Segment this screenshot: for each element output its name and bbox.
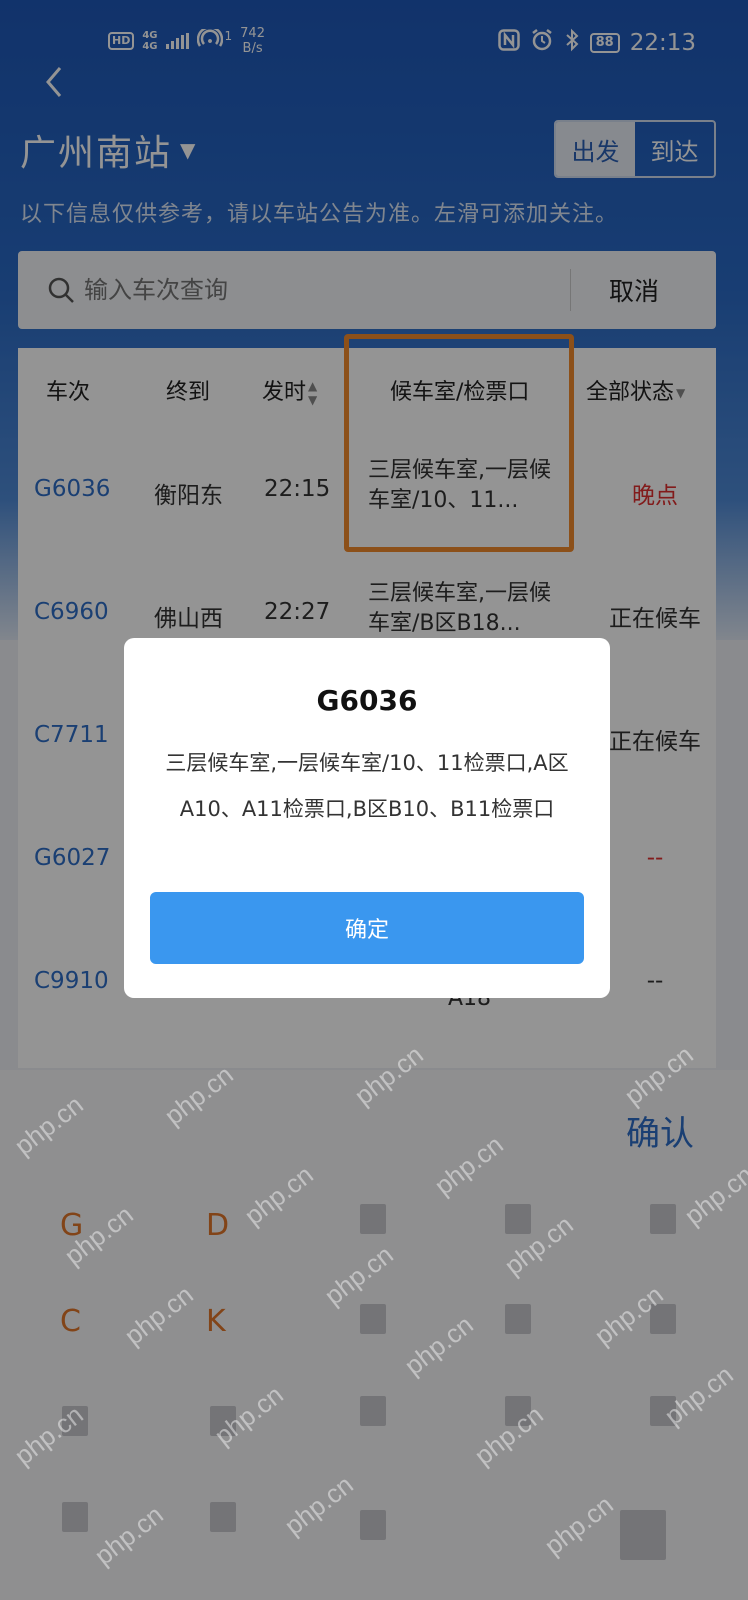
train-detail-dialog: G6036 三层候车室,一层候车室/10、11检票口,A区A10、A11检票口,… [124,638,610,998]
ok-button[interactable]: 确定 [150,892,584,964]
dialog-title: G6036 [316,684,418,717]
dialog-message: 三层候车室,一层候车室/10、11检票口,A区A10、A11检票口,B区B10、… [165,751,569,821]
